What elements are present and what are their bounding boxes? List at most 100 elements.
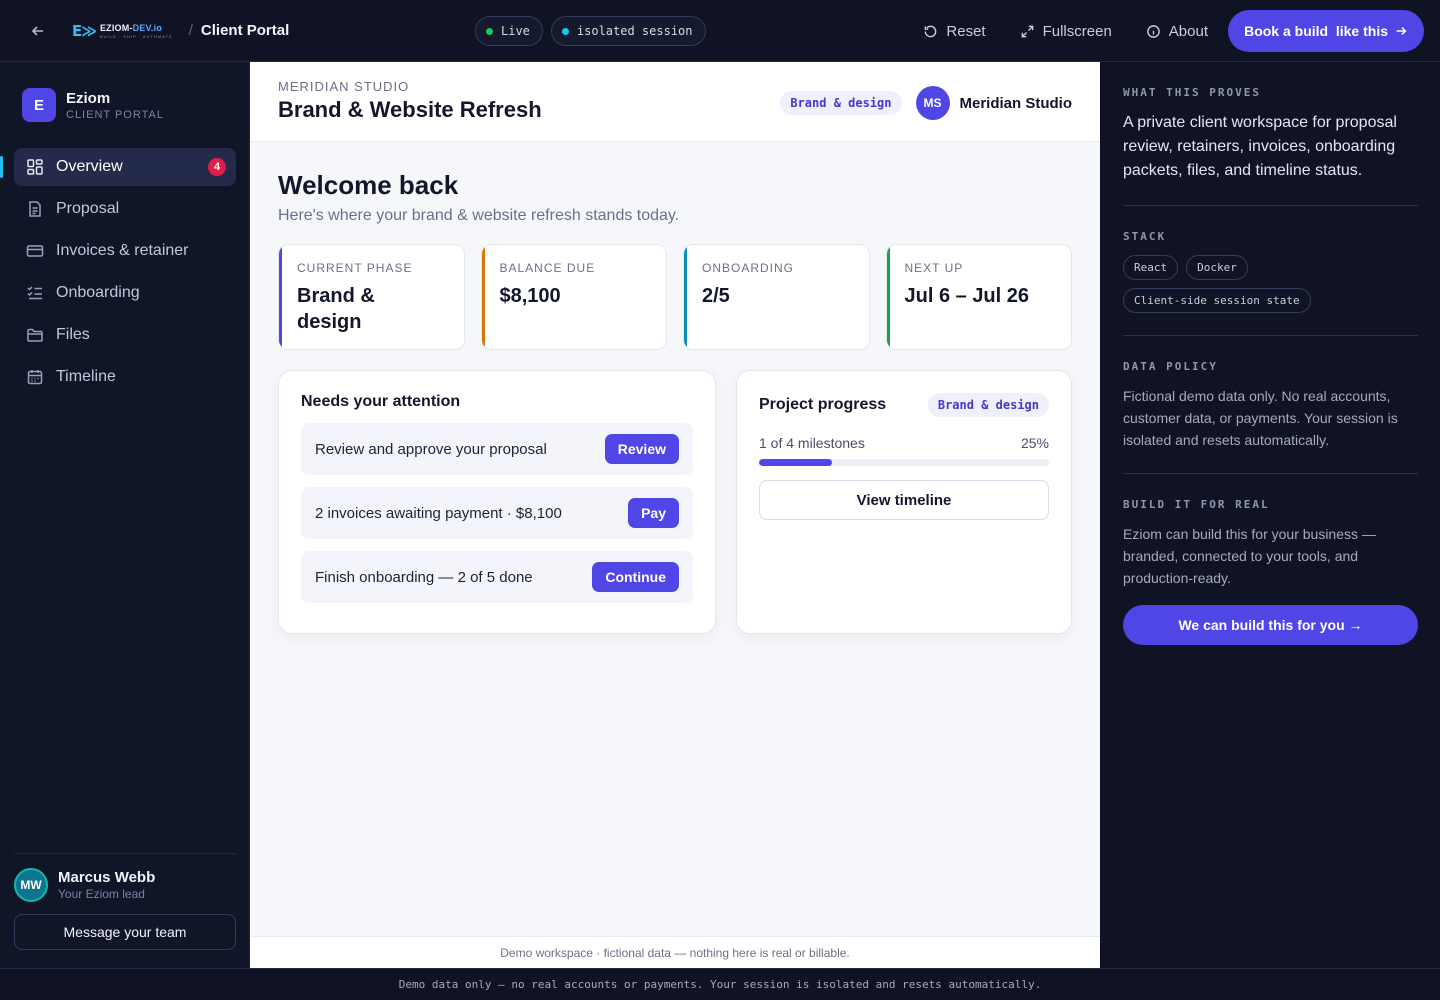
sidebar-nav: Overview 4 Proposal Invoices & retainer … [0, 148, 236, 400]
stat-cards: CURRENT PHASE Brand & design BALANCE DUE… [278, 244, 1072, 350]
status-pills: Live isolated session [475, 16, 706, 46]
progress-bar-fill [759, 459, 832, 466]
welcome-subtitle: Here's where your brand & website refres… [278, 207, 680, 224]
project-header: MERIDIAN STUDIO Brand & Website Refresh … [250, 62, 1100, 142]
account-lead: MW Marcus Webb Your Eziom lead Message y… [14, 853, 236, 950]
brand-name: Eziom [66, 89, 111, 107]
expand-icon [1021, 25, 1033, 37]
pay-button[interactable]: Pay [628, 498, 679, 528]
sidebar-item-invoices[interactable]: Invoices & retainer [14, 232, 236, 270]
live-dot-icon [486, 27, 493, 35]
stat-value: Jul 6 – Jul 26 [904, 285, 1030, 307]
welcome-heading: Welcome back [278, 170, 459, 200]
stat-label: CURRENT PHASE [297, 261, 413, 275]
overview-count-badge: 4 [208, 158, 226, 176]
sidebar-item-label: Invoices & retainer [56, 242, 189, 259]
attention-card: Needs your attention Review and approve … [278, 370, 716, 634]
card-icon [26, 245, 44, 257]
logo-wordmark: EZIOM-DEV.io [99, 22, 163, 33]
progress-phase-tag: Brand & design [927, 393, 1049, 417]
build-section: BUILD IT FOR REAL Eziom can build this f… [1123, 474, 1418, 667]
stat-onboarding: ONBOARDING 2/5 [683, 244, 870, 350]
task-finish-onboarding: Finish onboarding — 2 of 5 done Continue [301, 551, 693, 603]
brand-subtitle: CLIENT PORTAL [66, 108, 164, 121]
session-dot-icon [561, 27, 569, 35]
stack-chip: Docker [1186, 255, 1248, 280]
build-text: Eziom can build this for your business —… [1123, 526, 1376, 586]
build-label: BUILD IT FOR REAL [1123, 498, 1270, 511]
sidebar-item-files[interactable]: Files [14, 316, 236, 354]
eziom-logo[interactable]: E≫ EZIOM-DEV.io BUILD · SHIP · AUTOMATE [72, 22, 173, 40]
checklist-icon [27, 286, 42, 300]
message-team-button[interactable]: Message your team [14, 914, 236, 950]
breadcrumb-separator: / [188, 22, 193, 39]
task-text: 2 invoices awaiting payment · $8,100 [315, 504, 562, 522]
client-label: MERIDIAN STUDIO [278, 79, 410, 94]
stack-label: STACK [1123, 230, 1167, 243]
task-review-proposal: Review and approve your proposal Review [301, 423, 693, 475]
task-pay-invoices: 2 invoices awaiting payment · $8,100 Pay [301, 487, 693, 539]
stat-label: BALANCE DUE [499, 261, 596, 275]
progress-title: Project progress [759, 396, 887, 413]
sidebar-brand: E Eziom CLIENT PORTAL [22, 88, 164, 122]
sidebar-item-label: Timeline [56, 368, 116, 385]
logo-mark: E≫ [72, 21, 97, 40]
sidebar-item-onboarding[interactable]: Onboarding [14, 274, 236, 312]
progress-percent: 25% [1020, 435, 1049, 451]
view-timeline-button[interactable]: View timeline [759, 480, 1049, 520]
bottom-disclaimer: Demo data only — no real accounts or pay… [0, 968, 1440, 1000]
phase-tag: Brand & design [780, 91, 902, 115]
info-panel: WHAT THIS PROVES A private client worksp… [1100, 62, 1440, 968]
client-name: Meridian Studio [959, 94, 1073, 112]
avatar: MW [14, 868, 48, 902]
info-icon [1146, 24, 1160, 38]
client-avatar: MS [915, 86, 950, 120]
stack-chip: Client-side session state [1123, 288, 1311, 313]
stat-balance-due: BALANCE DUE $8,100 [480, 244, 667, 350]
back-arrow-icon[interactable] [26, 19, 50, 43]
fullscreen-button[interactable]: Fullscreen [1020, 23, 1112, 40]
milestones-count: 1 of 4 milestones [759, 435, 865, 451]
stat-current-phase: CURRENT PHASE Brand & design [278, 244, 465, 350]
about-button[interactable]: About [1146, 23, 1208, 40]
progress-card: Project progress Brand & design 1 of 4 m… [736, 370, 1072, 634]
top-bar: E≫ EZIOM-DEV.io BUILD · SHIP · AUTOMATE … [0, 0, 1440, 62]
folder-icon [27, 328, 43, 342]
page-title: Client Portal [200, 22, 290, 39]
book-build-button[interactable]: Book a build like this [1228, 10, 1424, 52]
sidebar-item-overview[interactable]: Overview 4 [0, 148, 236, 186]
demo-footer: Demo workspace · fictional data — nothin… [250, 936, 1100, 968]
progress-bar [759, 459, 1049, 466]
session-status-pill: isolated session [550, 16, 706, 46]
calendar-icon [27, 370, 43, 385]
stat-label: NEXT UP [904, 261, 964, 275]
task-text: Review and approve your proposal [315, 440, 547, 458]
brand-badge: E [22, 88, 56, 122]
stat-label: ONBOARDING [702, 261, 795, 275]
live-status-pill: Live [475, 16, 543, 46]
sidebar-item-label: Files [56, 326, 90, 343]
sidebar: E Eziom CLIENT PORTAL Overview 4 Proposa… [0, 62, 250, 968]
task-text: Finish onboarding — 2 of 5 done [315, 568, 533, 586]
proves-text: A private client workspace for proposal … [1123, 114, 1397, 179]
stat-value: Brand & design [297, 285, 375, 333]
reset-button[interactable]: Reset [923, 23, 986, 40]
stack-chip: React [1123, 255, 1179, 280]
build-for-you-button[interactable]: We can build this for you → [1123, 605, 1418, 645]
continue-button[interactable]: Continue [592, 562, 679, 592]
sidebar-item-label: Onboarding [56, 284, 140, 301]
attention-title: Needs your attention [301, 393, 461, 410]
proves-section: WHAT THIS PROVES A private client worksp… [1123, 62, 1418, 206]
sidebar-item-timeline[interactable]: Timeline [14, 358, 236, 396]
project-title: Brand & Website Refresh [278, 97, 542, 122]
review-button[interactable]: Review [604, 434, 679, 464]
stack-section: STACK React Docker Client-side session s… [1123, 206, 1418, 336]
policy-section: DATA POLICY Fictional demo data only. No… [1123, 336, 1418, 474]
lead-role: Your Eziom lead [58, 887, 145, 901]
sidebar-item-label: Proposal [56, 200, 120, 217]
sidebar-item-proposal[interactable]: Proposal [14, 190, 236, 228]
top-nav: Reset Fullscreen About [923, 0, 1208, 62]
grid-icon [27, 159, 43, 175]
stat-next-up: NEXT UP Jul 6 – Jul 26 [885, 244, 1072, 350]
stat-value: 2/5 [702, 285, 730, 307]
